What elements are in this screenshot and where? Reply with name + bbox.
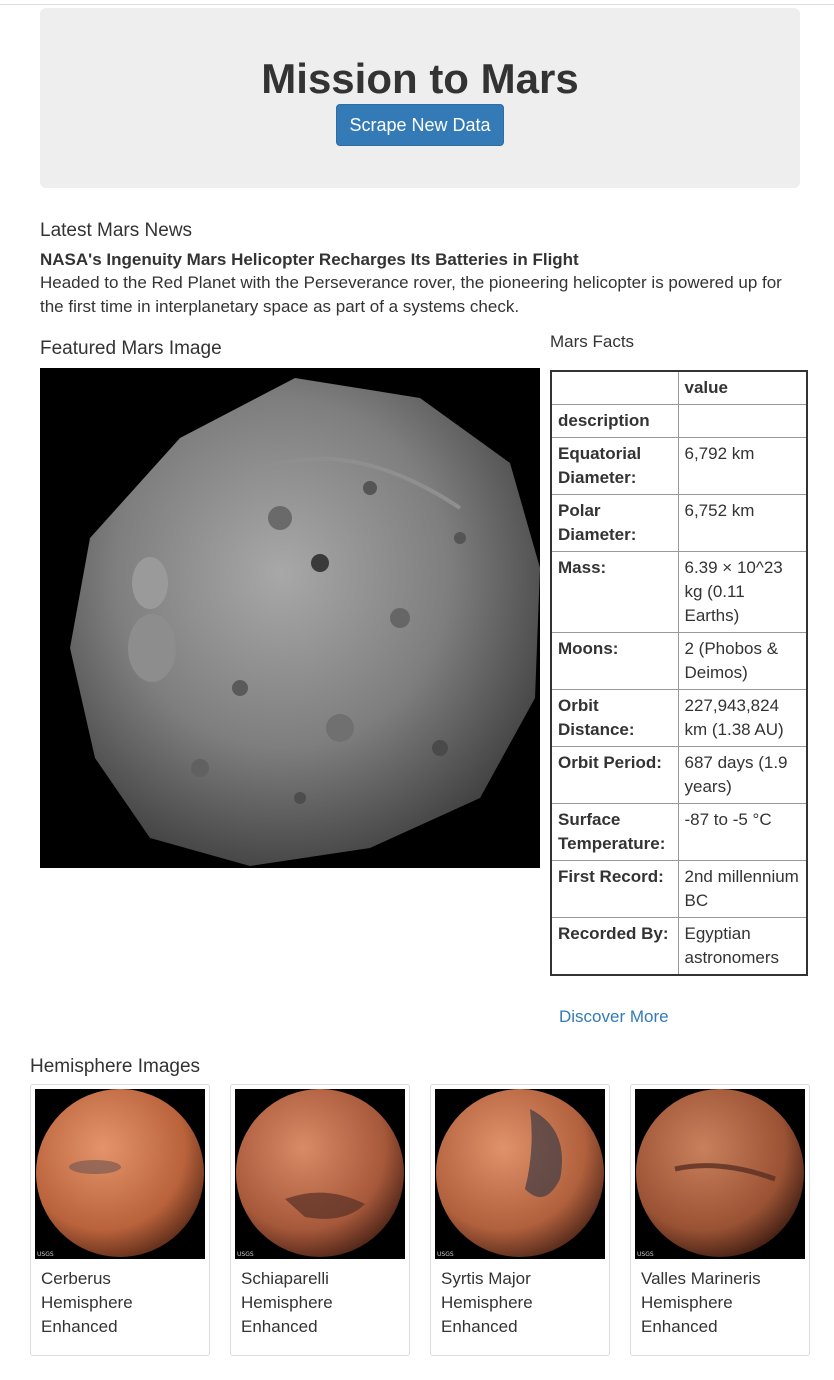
index-label: description bbox=[550, 404, 679, 438]
hemisphere-title: Cerberus Hemisphere Enhanced bbox=[41, 1269, 133, 1336]
fact-label: Equatorial Diameter: bbox=[550, 437, 679, 495]
hemisphere-card-syrtis-major[interactable]: USGS Syrtis Major Hemisphere Enhanced bbox=[430, 1084, 610, 1356]
jumbotron: Mission to Mars Scrape New Data bbox=[40, 8, 800, 188]
table-row: Orbit Period: 687 days (1.9 years) bbox=[550, 746, 808, 804]
value-column-header: value bbox=[677, 370, 808, 405]
hemisphere-image-cerberus[interactable]: USGS bbox=[35, 1089, 205, 1259]
fact-value: 687 days (1.9 years) bbox=[677, 746, 808, 804]
table-row: Polar Diameter: 6,752 km bbox=[550, 494, 808, 552]
table-row: Equatorial Diameter: 6,792 km bbox=[550, 437, 808, 495]
fact-label: Moons: bbox=[550, 632, 679, 690]
fact-label: Surface Temperature: bbox=[550, 803, 679, 861]
fact-label: Polar Diameter: bbox=[550, 494, 679, 552]
discover-more-link[interactable]: Discover More bbox=[559, 1007, 669, 1027]
usgs-logo: USGS bbox=[237, 1251, 254, 1258]
fact-value: 6.39 × 10^23 kg (0.11 Earths) bbox=[677, 551, 808, 633]
scrape-new-data-button[interactable]: Scrape New Data bbox=[336, 104, 504, 146]
mars-facts-table: value description Equatorial Diameter: 6… bbox=[550, 370, 808, 976]
fact-label: Orbit Period: bbox=[550, 746, 679, 804]
usgs-logo: USGS bbox=[37, 1251, 54, 1258]
page-title: Mission to Mars bbox=[261, 55, 579, 102]
table-row: Recorded By: Egyptian astronomers bbox=[550, 917, 808, 976]
usgs-logo: USGS bbox=[437, 1251, 454, 1258]
table-row: First Record: 2nd millennium BC bbox=[550, 860, 808, 918]
hemisphere-card-schiaparelli[interactable]: USGS Schiaparelli Hemisphere Enhanced bbox=[230, 1084, 410, 1356]
news-body: Headed to the Red Planet with the Persev… bbox=[40, 273, 782, 316]
table-corner-cell bbox=[550, 370, 679, 405]
fact-value: 6,752 km bbox=[677, 494, 808, 552]
hemisphere-image-schiaparelli[interactable]: USGS bbox=[235, 1089, 405, 1259]
news-heading: Latest Mars News bbox=[40, 220, 193, 241]
hemisphere-image-valles-marineris[interactable]: USGS bbox=[635, 1089, 805, 1259]
fact-value: 2nd millennium BC bbox=[677, 860, 808, 918]
hemisphere-title: Schiaparelli Hemisphere Enhanced bbox=[241, 1269, 333, 1336]
table-row: Mass: 6.39 × 10^23 kg (0.11 Earths) bbox=[550, 551, 808, 633]
fact-label: Orbit Distance: bbox=[550, 689, 679, 747]
featured-heading: Featured Mars Image bbox=[40, 338, 222, 359]
hemisphere-card-cerberus[interactable]: USGS Cerberus Hemisphere Enhanced bbox=[30, 1084, 210, 1356]
index-empty-cell bbox=[677, 404, 808, 438]
fact-value: 227,943,824 km (1.38 AU) bbox=[677, 689, 808, 747]
fact-value: -87 to -5 °C bbox=[677, 803, 808, 861]
hemispheres-heading: Hemisphere Images bbox=[30, 1056, 201, 1077]
hemisphere-card-valles-marineris[interactable]: USGS Valles Marineris Hemisphere Enhance… bbox=[630, 1084, 810, 1356]
fact-value: 6,792 km bbox=[677, 437, 808, 495]
table-row: Surface Temperature: -87 to -5 °C bbox=[550, 803, 808, 861]
fact-label: Mass: bbox=[550, 551, 679, 633]
table-index-row: description bbox=[550, 404, 808, 438]
fact-value: 2 (Phobos & Deimos) bbox=[677, 632, 808, 690]
hemisphere-title: Valles Marineris Hemisphere Enhanced bbox=[641, 1269, 761, 1336]
fact-value: Egyptian astronomers bbox=[677, 917, 808, 976]
news-title: NASA's Ingenuity Mars Helicopter Recharg… bbox=[40, 250, 579, 269]
hemisphere-title: Syrtis Major Hemisphere Enhanced bbox=[441, 1269, 533, 1336]
table-header-row: value bbox=[550, 370, 808, 405]
fact-label: Recorded By: bbox=[550, 917, 679, 976]
table-row: Moons: 2 (Phobos & Deimos) bbox=[550, 632, 808, 690]
top-divider bbox=[0, 4, 834, 5]
fact-label: First Record: bbox=[550, 860, 679, 918]
table-row: Orbit Distance: 227,943,824 km (1.38 AU) bbox=[550, 689, 808, 747]
usgs-logo: USGS bbox=[637, 1251, 654, 1258]
featured-mars-image bbox=[40, 368, 540, 868]
facts-heading: Mars Facts bbox=[550, 332, 635, 351]
hemisphere-image-syrtis-major[interactable]: USGS bbox=[435, 1089, 605, 1259]
